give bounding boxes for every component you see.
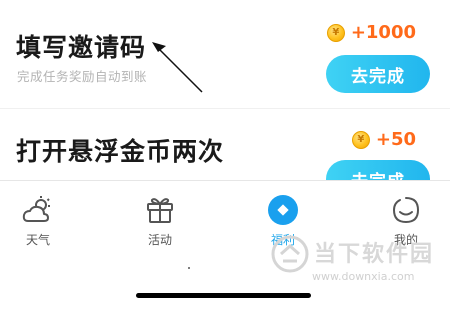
watermark-url: www.downxia.com <box>312 270 415 283</box>
welfare-icon <box>268 195 298 225</box>
task-title: 打开悬浮金币两次 <box>16 137 225 166</box>
weather-icon <box>22 196 50 222</box>
coin-icon: ¥ <box>351 130 370 149</box>
home-indicator[interactable] <box>136 293 311 298</box>
complete-task-button[interactable]: 去完成 <box>326 55 430 93</box>
tab-weather[interactable]: 天气 <box>0 195 78 248</box>
complete-task-button[interactable]: 去完成 <box>326 160 430 180</box>
profile-face-icon <box>392 197 420 224</box>
task-item-floating-coin: 打开悬浮金币两次 ¥ +50 去完成 <box>0 108 450 180</box>
tab-label: 活动 <box>147 233 172 247</box>
reward-badge: ¥ +50 <box>351 129 416 150</box>
tab-label: 天气 <box>25 233 50 247</box>
tab-activity[interactable]: 活动 <box>120 195 200 248</box>
reward-amount: +1000 <box>350 22 416 43</box>
stray-dot <box>188 267 190 269</box>
task-screen: 填写邀请码 完成任务奖励自动到账 ¥ +1000 去完成 打开悬浮金币两次 ¥ … <box>0 0 450 309</box>
task-description: 完成任务奖励自动到账 <box>17 69 148 84</box>
reward-amount: +50 <box>375 129 416 150</box>
site-watermark: 当下软件园 www.downxia.com <box>270 224 450 284</box>
reward-badge: ¥ +1000 <box>326 22 416 43</box>
coin-icon: ¥ <box>326 23 345 42</box>
watermark-name: 当下软件园 <box>314 242 435 267</box>
task-title: 填写邀请码 <box>16 33 147 62</box>
gift-box-icon <box>147 198 173 223</box>
watermark-logo-icon <box>271 235 309 273</box>
pointer-arrow-icon <box>152 42 203 93</box>
task-item-invite-code: 填写邀请码 完成任务奖励自动到账 ¥ +1000 去完成 <box>0 0 450 109</box>
